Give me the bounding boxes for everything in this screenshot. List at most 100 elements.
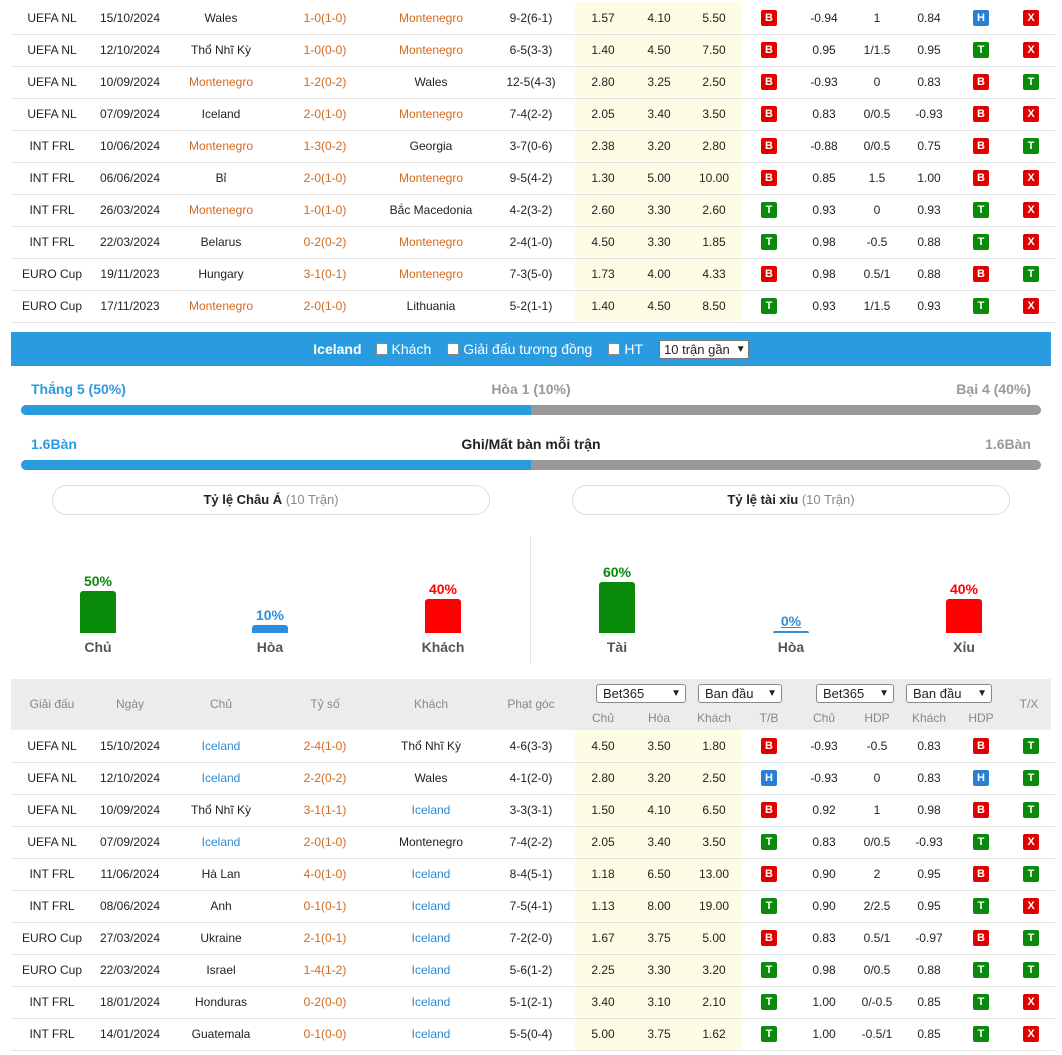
home-team-cell-text[interactable]: Thổ Nhĩ Kỳ [191, 43, 251, 57]
bookmaker-select-2[interactable]: Bet365 ▼ [816, 684, 894, 703]
table-row[interactable]: UEFA NL 12/10/2024 Iceland 2-2(0-2) Wales 4-1… [11, 762, 1055, 795]
away-team-cell-text[interactable]: Bắc Macedonia [390, 203, 473, 217]
away-team-cell-text[interactable]: Montenegro [399, 11, 463, 25]
table-row[interactable]: UEFA NL 15/10/2024 Wales 1-0(1-0) Montenegro… [11, 2, 1055, 35]
table-row[interactable]: INT FRL 10/06/2024 Montenegro 1-3(0-2) Georg… [11, 130, 1055, 163]
away-team-cell-text[interactable]: Georgia [410, 139, 453, 153]
table-row[interactable]: UEFA NL 10/09/2024 Montenegro 1-2(0-2) Wales… [11, 66, 1055, 99]
over-under-tab[interactable]: Tỷ lệ tài xỉu (10 Trận) [572, 485, 1010, 515]
corner-cell: 3-3(3-1) [487, 794, 575, 827]
home-team-cell-text[interactable]: Thổ Nhĩ Kỳ [191, 803, 251, 817]
same-league-checkbox[interactable] [447, 343, 460, 355]
home-team-cell-text[interactable]: Honduras [195, 995, 247, 1009]
home-team-cell-text[interactable]: Montenegro [189, 299, 253, 313]
table-row[interactable]: INT FRL 26/03/2024 Montenegro 1-0(1-0) Bắc M… [11, 194, 1055, 227]
away-team-cell-text[interactable]: Montenegro [399, 107, 463, 121]
home-team-cell-text[interactable]: Wales [205, 11, 238, 25]
away-team-cell-text[interactable]: Montenegro [399, 171, 463, 185]
bookmaker-select-1[interactable]: Bet365 ▼ [596, 684, 686, 703]
home-team-cell-text[interactable]: Guatemala [192, 1027, 251, 1041]
home-team-cell-text[interactable]: Iceland [202, 739, 241, 753]
odds-type-select-1[interactable]: Ban đầu ▼ [698, 684, 782, 703]
home-team-cell-text[interactable]: Bỉ [216, 171, 227, 185]
table-row[interactable]: EURO Cup 27/03/2024 Ukraine 2-1(0-1) Iceland… [11, 922, 1055, 955]
score-cell-text: 4-0(1-0) [303, 867, 347, 881]
table-row[interactable]: UEFA NL 12/10/2024 Thổ Nhĩ Kỳ 1-0(0-0) Monte… [11, 34, 1055, 67]
away-team-cell-text[interactable]: Wales [415, 771, 448, 785]
away-team-cell-text[interactable]: Lithuania [407, 299, 456, 313]
table-row[interactable]: EURO Cup 22/03/2024 Israel 1-4(1-2) Iceland 5… [11, 954, 1055, 987]
odds-draw-cell-text: 8.00 [647, 899, 671, 913]
date-cell-text: 10/06/2024 [99, 139, 161, 153]
odds-home-cell: 1.67 [575, 922, 631, 955]
away-checkbox[interactable] [375, 343, 388, 355]
away-team-cell-text[interactable]: Iceland [412, 963, 451, 977]
table-row[interactable]: INT FRL 18/01/2024 Honduras 0-2(0-0) Iceland… [11, 986, 1055, 1019]
hdp-home-cell-text: 0.85 [812, 171, 836, 185]
ou-badge-cell: X [1007, 98, 1055, 131]
table-row[interactable]: UEFA NL 10/09/2024 Thổ Nhĩ Kỳ 3-1(1-1) Icela… [11, 794, 1055, 827]
ht-filter[interactable]: HT [608, 341, 643, 357]
away-team-cell-text[interactable]: Iceland [412, 867, 451, 881]
table-row[interactable]: UEFA NL 15/10/2024 Iceland 2-4(1-0) Thổ Nhĩ … [11, 730, 1055, 763]
result-badge: T [1023, 770, 1039, 786]
home-team-cell-text[interactable]: Anh [210, 899, 231, 913]
away-team-cell: Montenegro [375, 162, 487, 195]
date-cell-text: 07/09/2024 [99, 107, 161, 121]
away-team-cell-text[interactable]: Thổ Nhĩ Kỳ [401, 739, 461, 753]
home-team-cell-text[interactable]: Montenegro [189, 139, 253, 153]
odds-home-cell: 1.40 [575, 34, 631, 67]
away-team-cell-text[interactable]: Montenegro [399, 235, 463, 249]
hdp-home-cell-text: 0.90 [812, 867, 836, 881]
hdp-away-cell-text: -0.97 [915, 931, 943, 945]
hdp-result-badge-cell: B [955, 130, 1007, 163]
ou-badge-cell: T [1007, 954, 1055, 987]
home-team-cell-text[interactable]: Montenegro [189, 203, 253, 217]
score-cell-text: 2-0(1-0) [303, 107, 347, 121]
home-team-cell-text[interactable]: Ukraine [200, 931, 241, 945]
home-team-cell-text[interactable]: Iceland [202, 771, 241, 785]
hdp-home-cell-text: 0.92 [812, 803, 836, 817]
table-row[interactable]: UEFA NL 07/09/2024 Iceland 2-0(1-0) Monteneg… [11, 98, 1055, 131]
table-row[interactable]: INT FRL 06/06/2024 Bỉ 2-0(1-0) Montenegro 9-5… [11, 162, 1055, 195]
result-badge: B [973, 802, 989, 818]
away-team-cell-text[interactable]: Iceland [412, 803, 451, 817]
home-team-cell: Iceland [167, 730, 275, 763]
table-row[interactable]: UEFA NL 07/09/2024 Iceland 2-0(1-0) Monteneg… [11, 826, 1055, 859]
home-team-cell-text[interactable]: Israel [206, 963, 235, 977]
table-row[interactable]: INT FRL 14/01/2024 Guatemala 0-1(0-0) Icelan… [11, 1018, 1055, 1051]
away-team-cell-text[interactable]: Montenegro [399, 835, 463, 849]
home-team-cell-text[interactable]: Montenegro [189, 75, 253, 89]
asian-handicap-tab[interactable]: Tỷ lệ Châu Á (10 Trận) [52, 485, 490, 515]
ou-badge-cell: X [1007, 2, 1055, 35]
away-team-cell-text[interactable]: Iceland [412, 931, 451, 945]
table-row[interactable]: EURO Cup 17/11/2023 Montenegro 2-0(1-0) Lith… [11, 290, 1055, 323]
table-row[interactable]: INT FRL 08/06/2024 Anh 0-1(0-1) Iceland 7-5(4… [11, 890, 1055, 923]
away-filter[interactable]: Khách [375, 341, 431, 357]
date-cell: 10/06/2024 [93, 130, 167, 163]
away-team-cell-text[interactable]: Montenegro [399, 43, 463, 57]
table-row[interactable]: EURO Cup 19/11/2023 Hungary 3-1(0-1) Montene… [11, 258, 1055, 291]
corner-cell-text: 7-4(2-2) [509, 107, 553, 121]
hdp-home-cell: 0.83 [797, 98, 851, 131]
home-team-cell-text[interactable]: Belarus [201, 235, 242, 249]
home-team-cell-text[interactable]: Iceland [202, 107, 241, 121]
score-cell-text: 3-1(0-1) [303, 267, 347, 281]
same-league-filter[interactable]: Giải đấu tương đồng [447, 341, 592, 357]
away-team-cell-text[interactable]: Iceland [412, 1027, 451, 1041]
ht-checkbox[interactable] [608, 343, 621, 355]
away-team-cell-text[interactable]: Iceland [412, 995, 451, 1009]
odds-type-select-2[interactable]: Ban đầu ▼ [906, 684, 992, 703]
away-team-cell-text[interactable]: Wales [415, 75, 448, 89]
hdp-home-cell: -0.93 [797, 66, 851, 99]
home-team-cell-text[interactable]: Hà Lan [202, 867, 241, 881]
away-team-cell-text[interactable]: Montenegro [399, 267, 463, 281]
odds-draw-cell-text: 4.10 [647, 10, 671, 25]
score-cell-text: 1-4(1-2) [303, 963, 347, 977]
table-row[interactable]: INT FRL 11/06/2024 Hà Lan 4-0(1-0) Iceland 8-… [11, 858, 1055, 891]
home-team-cell-text[interactable]: Hungary [198, 267, 243, 281]
home-team-cell-text[interactable]: Iceland [202, 835, 241, 849]
away-team-cell-text[interactable]: Iceland [412, 899, 451, 913]
recent-matches-select[interactable]: 10 trận gần ▼ [659, 339, 749, 359]
table-row[interactable]: INT FRL 22/03/2024 Belarus 0-2(0-2) Monteneg… [11, 226, 1055, 259]
